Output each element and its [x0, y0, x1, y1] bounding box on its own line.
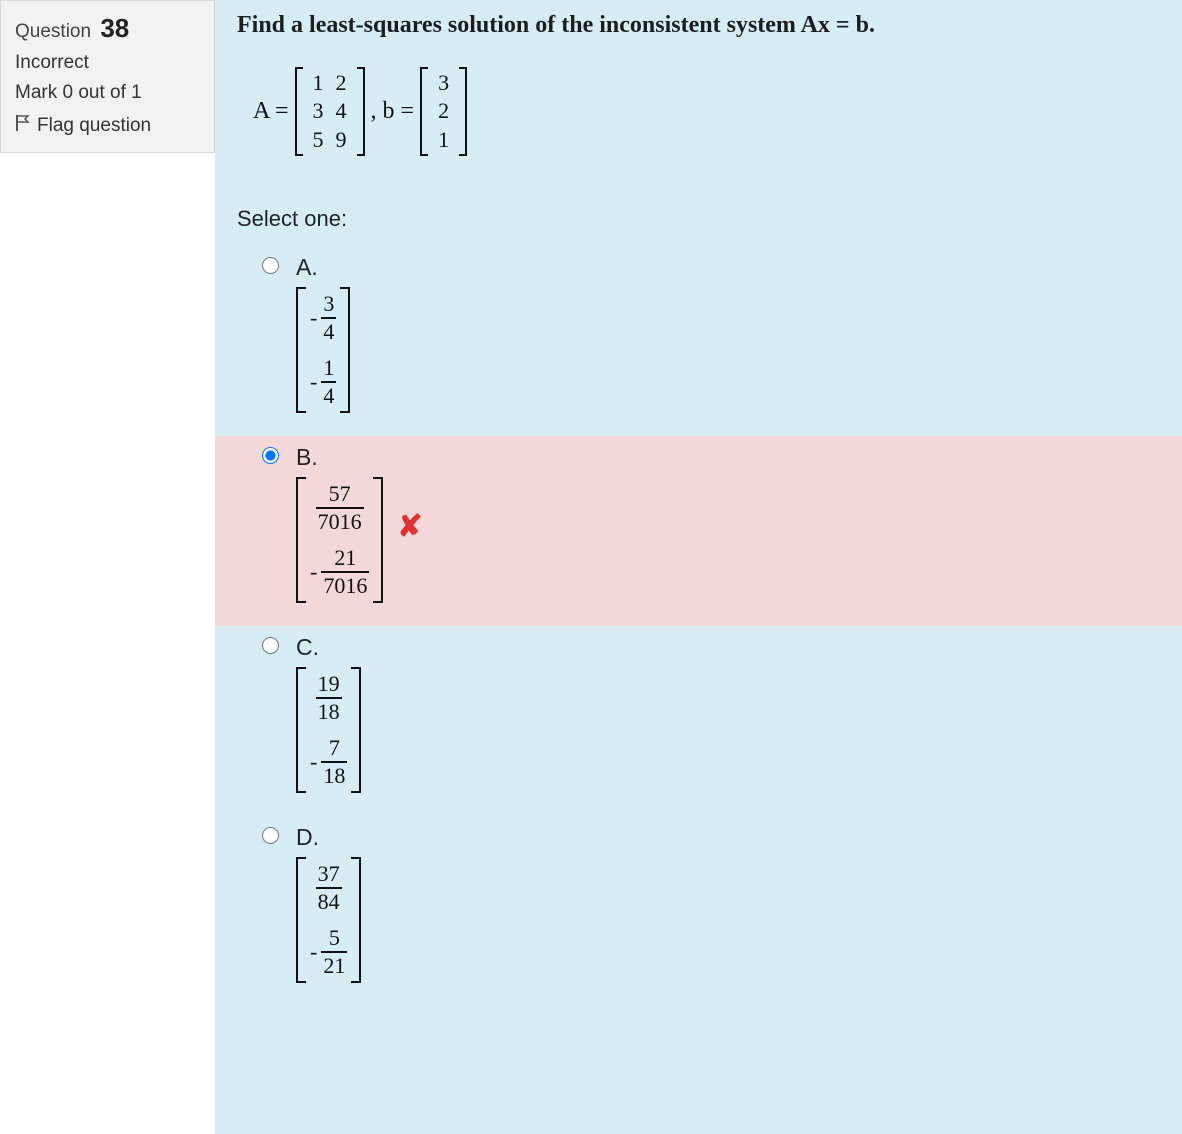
- matrix-a-cell: 1: [307, 69, 330, 97]
- vector-entry: 3784: [310, 863, 347, 913]
- flag-question-button[interactable]: Flag question: [15, 114, 200, 138]
- answer-vector: 577016 -217016: [296, 477, 383, 603]
- answer-vector: -34-14: [296, 287, 350, 413]
- vector-entry: 1918: [310, 673, 347, 723]
- answer-radio[interactable]: [262, 637, 279, 654]
- matrix-a-cell: 5: [307, 126, 330, 154]
- answer-letter: C.: [296, 634, 361, 661]
- answer-vector: 3784 -521: [296, 857, 361, 983]
- vector-entry: -34: [310, 293, 336, 343]
- vector-b-cell: 2: [432, 97, 455, 125]
- matrices-display: A = 123459 , b = 321: [253, 67, 1160, 156]
- question-number-line: Question 38: [15, 13, 200, 44]
- answer-body: B. 577016 -217016 ✘: [296, 444, 422, 608]
- vector-b-label: , b =: [371, 98, 415, 125]
- vector-entry: 577016: [310, 483, 369, 533]
- matrix-a: 123459: [295, 67, 365, 156]
- answer-letter: B.: [296, 444, 383, 471]
- question-content: Find a least-squares solution of the inc…: [215, 0, 1182, 1134]
- matrix-a-label: A =: [253, 98, 289, 125]
- answer-body: A.-34-14: [296, 254, 350, 418]
- flag-question-label: Flag question: [37, 115, 151, 137]
- vector-entry: -14: [310, 357, 336, 407]
- vector-entry: -718: [310, 737, 347, 787]
- answer-letter: D.: [296, 824, 361, 851]
- answer-body: C. 1918 -718: [296, 634, 361, 798]
- matrix-a-cell: 4: [330, 97, 353, 125]
- vector-entry: -521: [310, 927, 347, 977]
- question-number: 38: [100, 13, 129, 43]
- select-one-label: Select one:: [237, 206, 1160, 232]
- answer-vector: 1918 -718: [296, 667, 361, 793]
- incorrect-icon: ✘: [397, 509, 422, 544]
- question-info-panel: Question 38 Incorrect Mark 0 out of 1 Fl…: [0, 0, 215, 153]
- answer-radio[interactable]: [262, 447, 279, 464]
- answer-option-d[interactable]: D. 3784 -521: [237, 816, 1160, 1006]
- answer-option-b[interactable]: B. 577016 -217016 ✘: [215, 436, 1182, 626]
- question-label: Question: [15, 21, 91, 42]
- question-prompt: Find a least-squares solution of the inc…: [237, 12, 1160, 39]
- matrix-a-cell: 2: [330, 69, 353, 97]
- vector-b-cell: 1: [432, 126, 455, 154]
- question-mark: Mark 0 out of 1: [15, 82, 200, 104]
- answer-options: A.-34-14B.577016-217016✘C.1918-718D.3784…: [237, 246, 1160, 1006]
- vector-b-cell: 3: [432, 69, 455, 97]
- answer-letter: A.: [296, 254, 350, 281]
- answer-radio[interactable]: [262, 257, 279, 274]
- matrix-a-cell: 9: [330, 126, 353, 154]
- question-status: Incorrect: [15, 52, 200, 74]
- answer-option-c[interactable]: C. 1918 -718: [237, 626, 1160, 816]
- answer-option-a[interactable]: A.-34-14: [237, 246, 1160, 436]
- flag-icon: [15, 114, 31, 138]
- vector-b: 321: [420, 67, 467, 156]
- answer-radio[interactable]: [262, 827, 279, 844]
- answer-body: D. 3784 -521: [296, 824, 361, 988]
- matrix-a-cell: 3: [307, 97, 330, 125]
- vector-entry: -217016: [310, 547, 369, 597]
